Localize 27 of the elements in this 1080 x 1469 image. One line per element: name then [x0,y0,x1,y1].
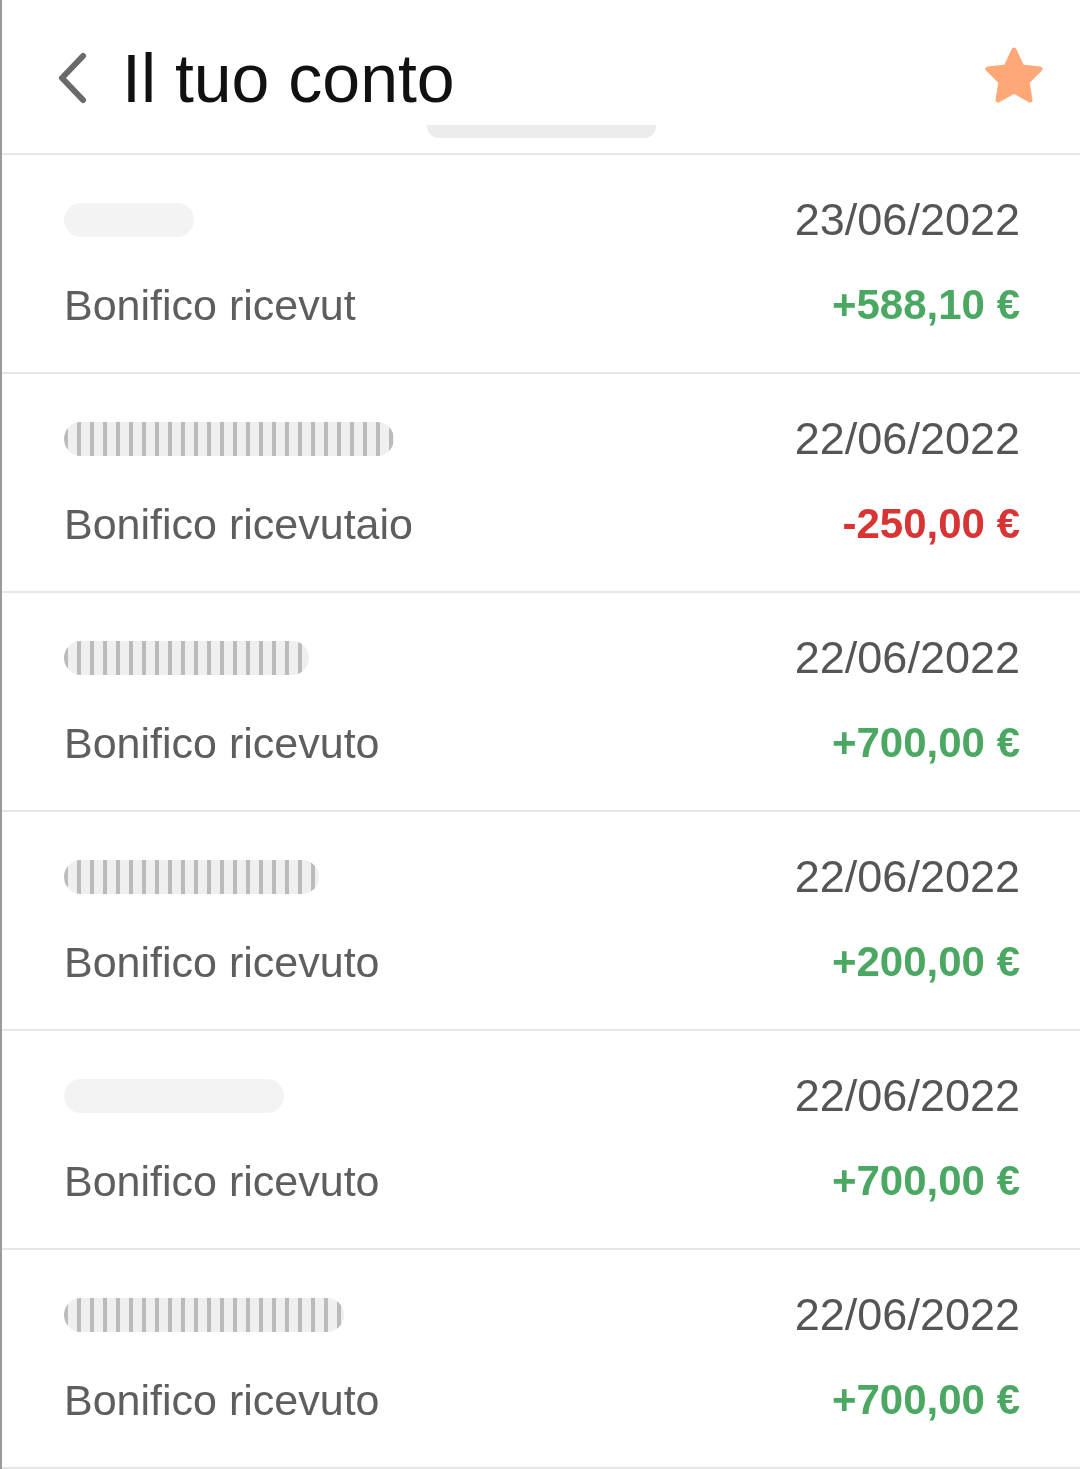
transaction-amount: +200,00 € [831,938,1020,986]
transaction-amount: +700,00 € [831,1376,1020,1424]
transaction-description: Bonifico ricevuto [64,719,381,767]
transaction-row[interactable]: 22/06/2022 Bonifico ricevutaio -250,00 € [2,374,1080,593]
transaction-row[interactable]: 23/06/2022 Bonifico ricevut +588,10 € [2,155,1080,374]
transaction-row[interactable]: 22/06/2022 Bonifico ricevuto +200,00 € [2,812,1080,1031]
transaction-description: Bonifico ricevut [64,281,357,329]
transaction-date: 22/06/2022 [794,415,1020,463]
transaction-date: 22/06/2022 [794,853,1020,901]
transaction-date: 22/06/2022 [794,1072,1020,1120]
transaction-row[interactable]: 22/06/2022 Bonifico ricevuto +700,00 € [2,1250,1080,1469]
transaction-date: 22/06/2022 [794,1291,1020,1339]
transaction-date: 23/06/2022 [794,196,1020,244]
transaction-description: Bonifico ricevuto [64,1157,381,1205]
transaction-amount: +588,10 € [831,281,1020,329]
transaction-description: Bonifico ricevuto [64,938,381,986]
transaction-row[interactable]: 22/06/2022 Bonifico ricevuto +700,00 € [2,1031,1080,1250]
page-title: Il tuo conto [122,38,455,118]
transaction-description: Bonifico ricevutaio [64,500,414,548]
transaction-amount: +700,00 € [831,1157,1020,1205]
transaction-row[interactable]: 22/06/2022 Bonifico ricevuto +700,00 € [2,593,1080,812]
transaction-amount: -250,00 € [841,500,1020,548]
transaction-description: Bonifico ricevuto [64,1376,381,1424]
transaction-amount: +700,00 € [831,719,1020,767]
back-icon [56,51,88,104]
transaction-date: 22/06/2022 [794,634,1020,682]
favorite-star-icon[interactable] [984,46,1044,105]
